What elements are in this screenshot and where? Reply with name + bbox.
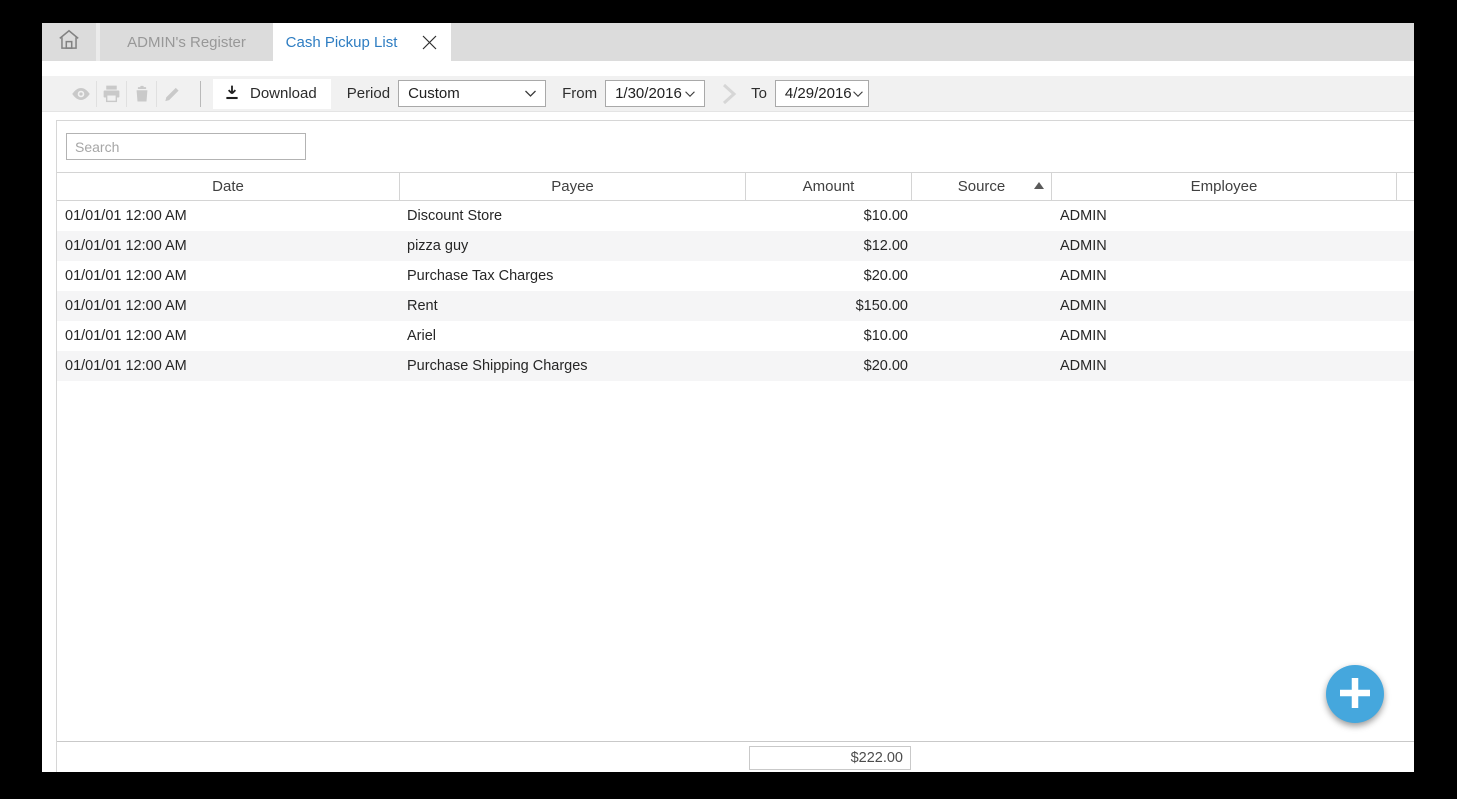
delete-icon[interactable]: [126, 81, 156, 107]
cell-blank: [1397, 291, 1414, 321]
cell-blank: [1397, 261, 1414, 291]
chevron-down-icon: [684, 85, 696, 102]
spacer: [42, 112, 1414, 120]
toolbar-separator: [200, 81, 201, 107]
empty-area: [57, 381, 1414, 741]
table-row[interactable]: 01/01/01 12:00 AM Purchase Shipping Char…: [57, 351, 1414, 381]
cell-blank: [1397, 231, 1414, 261]
cell-amount: $20.00: [746, 261, 912, 291]
column-header-amount[interactable]: Amount: [746, 173, 912, 200]
chevron-right-icon: [721, 82, 737, 106]
download-icon: [223, 83, 241, 105]
print-icon[interactable]: [96, 81, 126, 107]
cell-employee: ADMIN: [1052, 231, 1397, 261]
cell-payee: Purchase Shipping Charges: [400, 351, 746, 381]
cell-employee: ADMIN: [1052, 351, 1397, 381]
home-tab[interactable]: [42, 23, 100, 61]
sort-ascending-icon: [1034, 182, 1044, 189]
cell-payee: pizza guy: [400, 231, 746, 261]
tab-cash-pickup-list[interactable]: Cash Pickup List: [273, 23, 451, 61]
table-body: 01/01/01 12:00 AM Discount Store $10.00 …: [57, 201, 1414, 381]
tab-label: Cash Pickup List: [286, 34, 398, 51]
home-icon: [56, 27, 82, 58]
app-window: ADMIN's Register Cash Pickup List: [42, 23, 1414, 772]
cell-source: [912, 351, 1052, 381]
column-header-source[interactable]: Source: [912, 173, 1052, 200]
cell-blank: [1397, 201, 1414, 231]
add-cash-pickup-button[interactable]: [1326, 665, 1384, 723]
column-header-employee[interactable]: Employee: [1052, 173, 1397, 200]
column-header-date[interactable]: Date: [57, 173, 400, 200]
cash-pickup-panel: Date Payee Amount Source Employee 01/01/…: [56, 120, 1414, 772]
cell-date: 01/01/01 12:00 AM: [57, 291, 400, 321]
view-icon[interactable]: [66, 81, 96, 107]
spacer: [42, 61, 1414, 76]
tab-label: ADMIN's Register: [127, 34, 246, 51]
toolbar: Download Period Custom From 1/30/2016: [42, 76, 1414, 112]
cell-date: 01/01/01 12:00 AM: [57, 261, 400, 291]
table-row[interactable]: 01/01/01 12:00 AM Ariel $10.00 ADMIN: [57, 321, 1414, 351]
from-date-select[interactable]: 1/30/2016: [605, 80, 705, 107]
table-row[interactable]: 01/01/01 12:00 AM pizza guy $12.00 ADMIN: [57, 231, 1414, 261]
search-row: [57, 121, 1414, 172]
from-date-value: 1/30/2016: [615, 85, 682, 102]
cell-blank: [1397, 351, 1414, 381]
to-label: To: [751, 85, 767, 102]
cell-blank: [1397, 321, 1414, 351]
search-input[interactable]: [66, 133, 306, 160]
cell-employee: ADMIN: [1052, 321, 1397, 351]
cell-source: [912, 321, 1052, 351]
download-label: Download: [250, 85, 317, 102]
chevron-down-icon: [852, 85, 864, 102]
cell-date: 01/01/01 12:00 AM: [57, 201, 400, 231]
cell-amount: $20.00: [746, 351, 912, 381]
amount-total: $222.00: [749, 746, 911, 770]
cell-source: [912, 231, 1052, 261]
disabled-tool-icons: [66, 81, 186, 107]
column-header-payee[interactable]: Payee: [400, 173, 746, 200]
cell-source: [912, 291, 1052, 321]
table-footer: $222.00: [57, 741, 1414, 772]
cell-amount: $12.00: [746, 231, 912, 261]
cell-payee: Ariel: [400, 321, 746, 351]
period-value: Custom: [408, 85, 460, 102]
chevron-down-icon: [524, 85, 537, 102]
cell-employee: ADMIN: [1052, 291, 1397, 321]
cell-source: [912, 261, 1052, 291]
cell-payee: Purchase Tax Charges: [400, 261, 746, 291]
edit-icon[interactable]: [156, 81, 186, 107]
plus-icon: [1336, 674, 1374, 715]
to-date-select[interactable]: 4/29/2016: [775, 80, 869, 107]
cell-source: [912, 201, 1052, 231]
close-tab-icon[interactable]: [421, 34, 438, 51]
table-row[interactable]: 01/01/01 12:00 AM Discount Store $10.00 …: [57, 201, 1414, 231]
cell-amount: $10.00: [746, 201, 912, 231]
cell-employee: ADMIN: [1052, 201, 1397, 231]
period-select[interactable]: Custom: [398, 80, 546, 107]
cell-amount: $10.00: [746, 321, 912, 351]
cell-amount: $150.00: [746, 291, 912, 321]
cell-employee: ADMIN: [1052, 261, 1397, 291]
table-header-row: Date Payee Amount Source Employee: [57, 172, 1414, 201]
from-label: From: [562, 85, 597, 102]
cell-payee: Rent: [400, 291, 746, 321]
cell-date: 01/01/01 12:00 AM: [57, 231, 400, 261]
tab-admins-register[interactable]: ADMIN's Register: [100, 23, 273, 61]
period-label: Period: [347, 85, 390, 102]
table-row[interactable]: 01/01/01 12:00 AM Purchase Tax Charges $…: [57, 261, 1414, 291]
cell-date: 01/01/01 12:00 AM: [57, 321, 400, 351]
cell-payee: Discount Store: [400, 201, 746, 231]
download-button[interactable]: Download: [213, 79, 331, 109]
column-header-blank: [1397, 173, 1414, 200]
cell-date: 01/01/01 12:00 AM: [57, 351, 400, 381]
to-date-value: 4/29/2016: [785, 85, 852, 102]
table-row[interactable]: 01/01/01 12:00 AM Rent $150.00 ADMIN: [57, 291, 1414, 321]
tab-bar: ADMIN's Register Cash Pickup List: [42, 23, 1414, 61]
